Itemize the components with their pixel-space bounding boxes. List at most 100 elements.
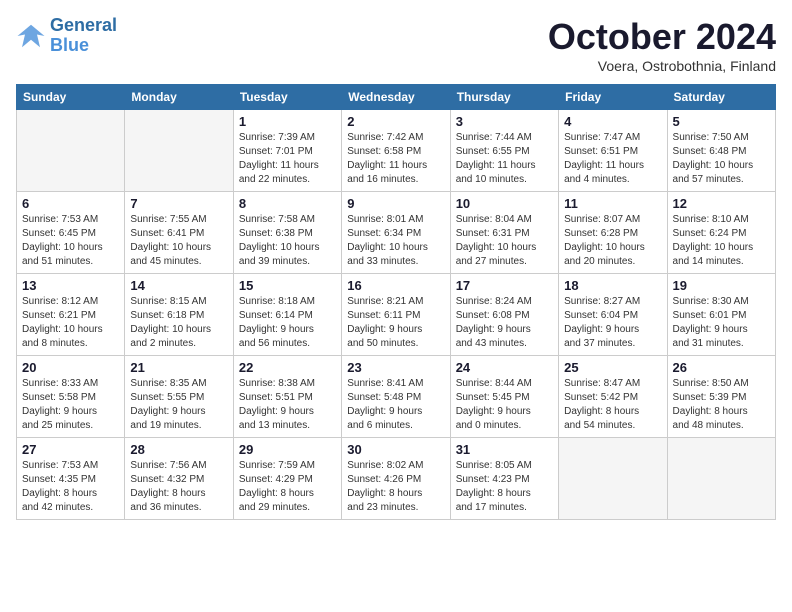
calendar-day-cell: 2 Sunrise: 7:42 AMSunset: 6:58 PMDaylight… [342,110,450,192]
calendar-day-cell: 13 Sunrise: 8:12 AMSunset: 6:21 PMDayligh… [17,274,125,356]
calendar-day-cell: 6Sunrise: 7:53 AMSunset: 6:45 PMDaylight… [17,192,125,274]
day-number: 5 [673,114,770,129]
day-info: Sunrise: 8:07 AMSunset: 6:28 PMDaylight:… [564,213,661,269]
day-number: 25 [564,360,661,375]
day-number: 15 [239,278,336,293]
day-info: Sunrise: 7:42 AMSunset: 6:58 PMDaylight:… [347,131,444,187]
calendar-day-cell: 27Sunrise: 7:53 AMSunset: 4:35 PMDayligh… [17,438,125,520]
calendar-day-cell: 29 Sunrise: 7:59 AMSunset: 4:29 PMDayligh… [233,438,341,520]
weekday-header: Friday [559,85,667,110]
day-info: Sunrise: 7:58 AMSunset: 6:38 PMDaylight:… [239,213,336,269]
day-info: Sunrise: 8:15 AMSunset: 6:18 PMDaylight:… [130,295,227,351]
calendar-day-cell: 20Sunrise: 8:33 AMSunset: 5:58 PMDayligh… [17,356,125,438]
calendar-day-cell: 8 Sunrise: 7:58 AMSunset: 6:38 PMDaylight… [233,192,341,274]
day-info: Sunrise: 8:10 AMSunset: 6:24 PMDaylight:… [673,213,770,269]
calendar-day-cell: 9 Sunrise: 8:01 AMSunset: 6:34 PMDaylight… [342,192,450,274]
day-info: Sunrise: 7:50 AMSunset: 6:48 PMDaylight:… [673,131,770,187]
day-number: 17 [456,278,553,293]
logo-line1: General [50,15,117,35]
day-number: 23 [347,360,444,375]
calendar-day-cell: 22Sunrise: 8:38 AMSunset: 5:51 PMDayligh… [233,356,341,438]
day-info: Sunrise: 8:12 AMSunset: 6:21 PMDaylight:… [22,295,119,351]
day-number: 8 [239,196,336,211]
page-header: General Blue October 2024 Voera, Ostrobo… [16,16,776,74]
logo: General Blue [16,16,117,56]
calendar-day-cell: 21Sunrise: 8:35 AMSunset: 5:55 PMDayligh… [125,356,233,438]
day-number: 29 [239,442,336,457]
calendar-week-row: 1 Sunrise: 7:39 AMSunset: 7:01 PMDaylight… [17,110,776,192]
weekday-header: Thursday [450,85,558,110]
calendar-day-cell: 4Sunrise: 7:47 AMSunset: 6:51 PMDaylight… [559,110,667,192]
day-info: Sunrise: 8:33 AMSunset: 5:58 PMDaylight:… [22,377,119,433]
day-info: Sunrise: 8:04 AMSunset: 6:31 PMDaylight:… [456,213,553,269]
day-number: 11 [564,196,661,211]
day-number: 24 [456,360,553,375]
day-info: Sunrise: 8:30 AMSunset: 6:01 PMDaylight:… [673,295,770,351]
calendar-table: SundayMondayTuesdayWednesdayThursdayFrid… [16,84,776,520]
day-info: Sunrise: 7:53 AMSunset: 4:35 PMDaylight:… [22,459,119,515]
day-info: Sunrise: 7:59 AMSunset: 4:29 PMDaylight:… [239,459,336,515]
calendar-day-cell [125,110,233,192]
calendar-day-cell: 30 Sunrise: 8:02 AMSunset: 4:26 PMDayligh… [342,438,450,520]
day-info: Sunrise: 8:18 AMSunset: 6:14 PMDaylight:… [239,295,336,351]
day-info: Sunrise: 8:38 AMSunset: 5:51 PMDaylight:… [239,377,336,433]
day-info: Sunrise: 7:44 AMSunset: 6:55 PMDaylight:… [456,131,553,187]
day-number: 30 [347,442,444,457]
day-number: 12 [673,196,770,211]
calendar-day-cell: 17 Sunrise: 8:24 AMSunset: 6:08 PMDayligh… [450,274,558,356]
day-number: 2 [347,114,444,129]
calendar-day-cell: 10 Sunrise: 8:04 AMSunset: 6:31 PMDayligh… [450,192,558,274]
day-number: 4 [564,114,661,129]
calendar-day-cell: 31 Sunrise: 8:05 AMSunset: 4:23 PMDayligh… [450,438,558,520]
calendar-day-cell: 19Sunrise: 8:30 AMSunset: 6:01 PMDayligh… [667,274,775,356]
weekday-header: Saturday [667,85,775,110]
day-number: 9 [347,196,444,211]
day-number: 18 [564,278,661,293]
calendar-day-cell: 28Sunrise: 7:56 AMSunset: 4:32 PMDayligh… [125,438,233,520]
calendar-day-cell: 18Sunrise: 8:27 AMSunset: 6:04 PMDayligh… [559,274,667,356]
calendar-day-cell [667,438,775,520]
day-info: Sunrise: 8:44 AMSunset: 5:45 PMDaylight:… [456,377,553,433]
day-number: 26 [673,360,770,375]
day-info: Sunrise: 8:05 AMSunset: 4:23 PMDaylight:… [456,459,553,515]
day-info: Sunrise: 7:39 AMSunset: 7:01 PMDaylight:… [239,131,336,187]
calendar-day-cell: 26 Sunrise: 8:50 AMSunset: 5:39 PMDayligh… [667,356,775,438]
calendar-day-cell: 5 Sunrise: 7:50 AMSunset: 6:48 PMDaylight… [667,110,775,192]
calendar-day-cell: 14 Sunrise: 8:15 AMSunset: 6:18 PMDayligh… [125,274,233,356]
calendar-day-cell [17,110,125,192]
calendar-day-cell: 11 Sunrise: 8:07 AMSunset: 6:28 PMDayligh… [559,192,667,274]
day-info: Sunrise: 7:53 AMSunset: 6:45 PMDaylight:… [22,213,119,269]
day-info: Sunrise: 8:01 AMSunset: 6:34 PMDaylight:… [347,213,444,269]
calendar-day-cell: 12 Sunrise: 8:10 AMSunset: 6:24 PMDayligh… [667,192,775,274]
day-info: Sunrise: 8:02 AMSunset: 4:26 PMDaylight:… [347,459,444,515]
calendar-day-cell [559,438,667,520]
day-number: 1 [239,114,336,129]
day-info: Sunrise: 8:21 AMSunset: 6:11 PMDaylight:… [347,295,444,351]
weekday-header-row: SundayMondayTuesdayWednesdayThursdayFrid… [17,85,776,110]
day-info: Sunrise: 8:24 AMSunset: 6:08 PMDaylight:… [456,295,553,351]
calendar-day-cell: 3Sunrise: 7:44 AMSunset: 6:55 PMDaylight… [450,110,558,192]
day-number: 16 [347,278,444,293]
day-number: 13 [22,278,119,293]
day-number: 21 [130,360,227,375]
calendar-week-row: 27Sunrise: 7:53 AMSunset: 4:35 PMDayligh… [17,438,776,520]
calendar-day-cell: 1 Sunrise: 7:39 AMSunset: 7:01 PMDaylight… [233,110,341,192]
day-info: Sunrise: 7:55 AMSunset: 6:41 PMDaylight:… [130,213,227,269]
day-info: Sunrise: 8:50 AMSunset: 5:39 PMDaylight:… [673,377,770,433]
day-number: 10 [456,196,553,211]
weekday-header: Tuesday [233,85,341,110]
weekday-header: Sunday [17,85,125,110]
day-info: Sunrise: 8:41 AMSunset: 5:48 PMDaylight:… [347,377,444,433]
calendar-week-row: 20Sunrise: 8:33 AMSunset: 5:58 PMDayligh… [17,356,776,438]
month-title: October 2024 [548,16,776,58]
calendar-week-row: 6Sunrise: 7:53 AMSunset: 6:45 PMDaylight… [17,192,776,274]
weekday-header: Monday [125,85,233,110]
logo-line2: Blue [50,35,89,55]
day-number: 14 [130,278,227,293]
location-subtitle: Voera, Ostrobothnia, Finland [548,58,776,74]
calendar-week-row: 13 Sunrise: 8:12 AMSunset: 6:21 PMDayligh… [17,274,776,356]
day-info: Sunrise: 7:56 AMSunset: 4:32 PMDaylight:… [130,459,227,515]
day-number: 31 [456,442,553,457]
day-number: 7 [130,196,227,211]
calendar-day-cell: 16 Sunrise: 8:21 AMSunset: 6:11 PMDayligh… [342,274,450,356]
